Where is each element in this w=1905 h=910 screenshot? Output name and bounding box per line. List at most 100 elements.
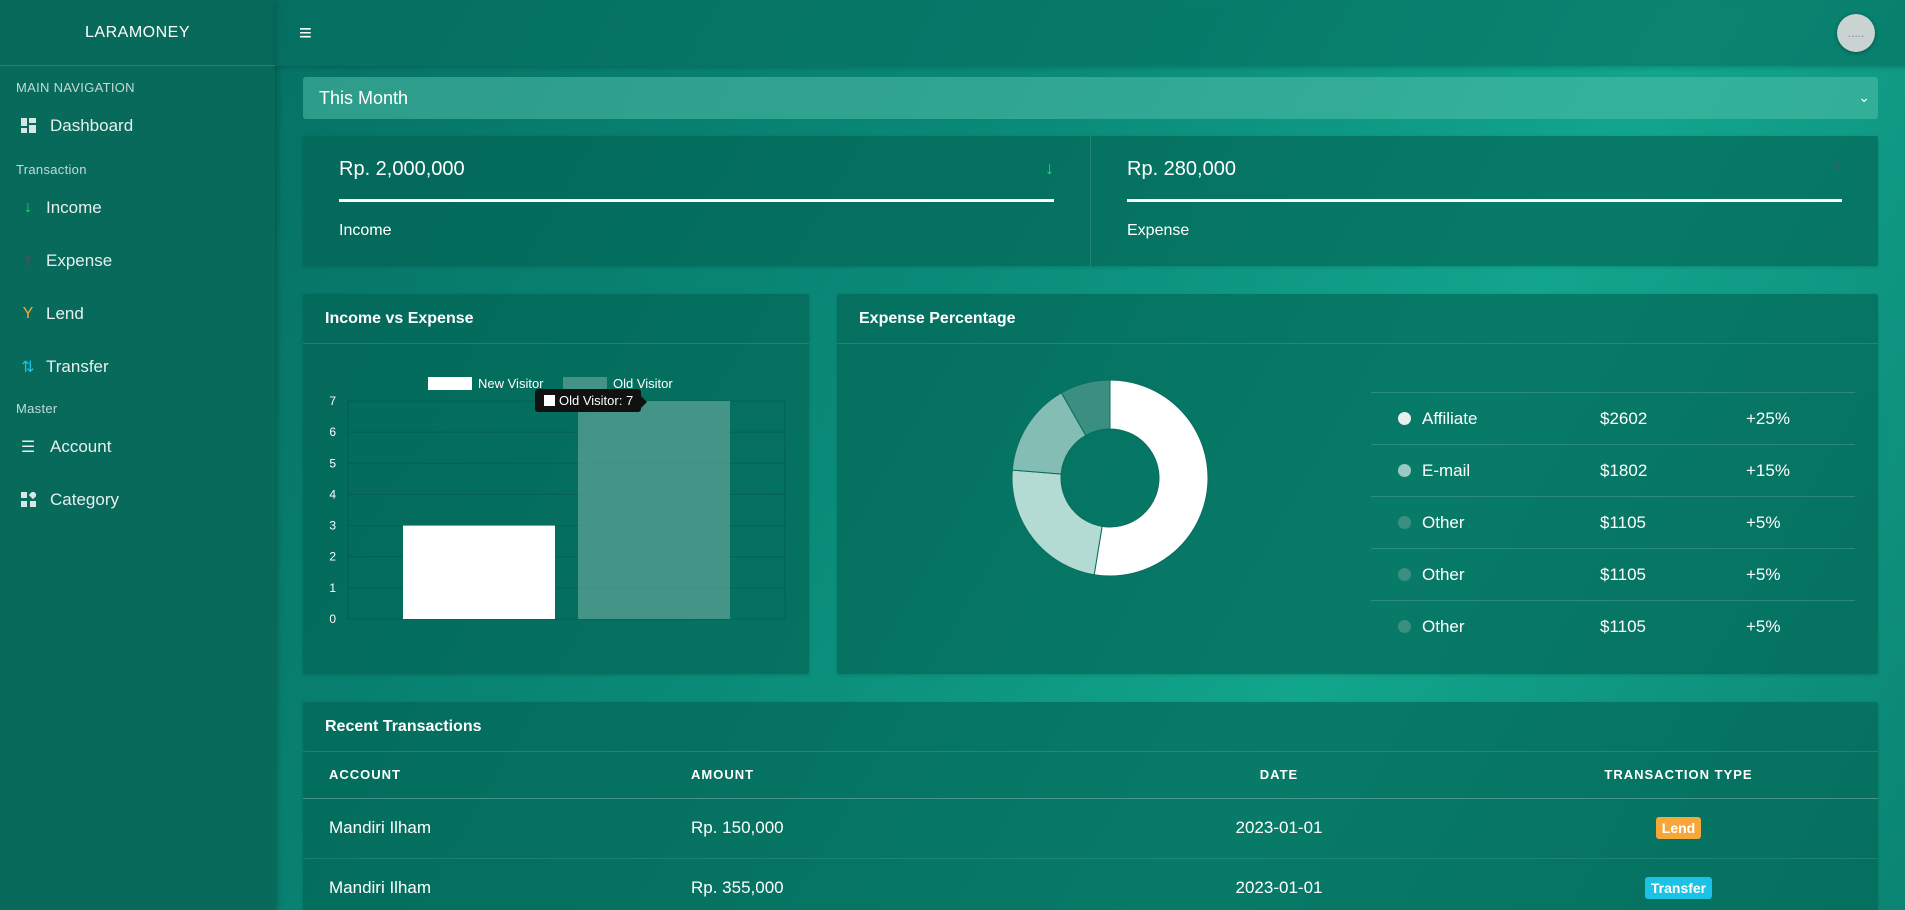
amount-cell: Rp. 150,000 — [691, 798, 1079, 859]
sidebar-item-label: Transfer — [46, 356, 109, 376]
sidebar-item-lend[interactable]: Y Lend — [0, 287, 275, 340]
legend-label: New Visitor — [478, 376, 544, 391]
category-icon — [18, 492, 38, 507]
sidebar-item-label: Category — [50, 489, 119, 509]
status-badge: Transfer — [1644, 877, 1713, 899]
panel-title: Recent Transactions — [303, 702, 1878, 752]
master-header: Master — [16, 401, 58, 416]
topbar: ≡ ..... — [275, 0, 1905, 66]
legend-name: Other — [1422, 564, 1465, 584]
y-tick-label: 6 — [329, 425, 336, 439]
legend-name: Other — [1422, 616, 1465, 636]
panel-title: Expense Percentage — [837, 294, 1878, 344]
legend-row: Other $1105 +5% — [1371, 600, 1855, 652]
y-tick-label: 4 — [329, 487, 336, 501]
main-navigation-header: MAIN NAVIGATION — [16, 80, 135, 95]
income-amount: Rp. 2,000,000 — [339, 158, 465, 180]
legend-change: +25% — [1746, 408, 1790, 428]
legend-name: Affiliate — [1422, 408, 1478, 428]
sidebar-item-label: Income — [46, 197, 102, 217]
avatar-text: ..... — [1847, 26, 1865, 40]
expense-percentage-panel: Expense Percentage Affiliate $2602 +25% … — [837, 294, 1878, 674]
sidebar-item-label: Dashboard — [50, 115, 134, 135]
column-header[interactable]: ACCOUNT — [303, 752, 691, 799]
y-tick-label: 7 — [329, 394, 336, 408]
sidebar-item-label: Lend — [46, 303, 84, 323]
table-row[interactable]: Mandiri Ilham Rp. 355,000 2023-01-01 Tra… — [303, 858, 1878, 910]
legend-row: Other $1105 +5% — [1371, 548, 1855, 600]
sidebar-item-category[interactable]: Category — [0, 473, 275, 526]
panel-title: Income vs Expense — [303, 294, 809, 344]
income-stat: Rp. 2,000,000 ↓ Income — [303, 136, 1090, 266]
sidebar: LARAMONEY MAIN NAVIGATION Dashboard Tran… — [0, 0, 275, 910]
legend-row: Affiliate $2602 +25% — [1371, 392, 1855, 444]
hamburger-icon[interactable]: ≡ — [299, 20, 312, 46]
legend-dot — [1398, 464, 1411, 477]
y-tick-label: 2 — [329, 550, 336, 564]
sidebar-item-income[interactable]: ↓ Income — [0, 181, 275, 234]
legend-amount: $1105 — [1600, 616, 1647, 636]
account-cell: Mandiri Ilham — [303, 858, 691, 910]
brand-logo[interactable]: LARAMONEY — [0, 0, 275, 66]
table-row[interactable]: Mandiri Ilham Rp. 150,000 2023-01-01 Len… — [303, 798, 1878, 859]
legend-name: Other — [1422, 512, 1465, 532]
arrow-up-icon: ↑ — [1833, 158, 1842, 178]
y-tick-label: 0 — [329, 612, 336, 626]
column-header[interactable]: AMOUNT — [691, 752, 1079, 799]
arrow-up-icon: ↑ — [24, 251, 32, 269]
sidebar-item-label: Account — [50, 436, 112, 456]
legend-change: +5% — [1746, 564, 1781, 584]
dashboard-icon — [18, 118, 38, 133]
column-header[interactable]: DATE — [1079, 752, 1479, 799]
status-badge: Lend — [1655, 817, 1702, 839]
arrow-down-icon: ↓ — [24, 198, 32, 216]
legend-row: E-mail $1802 +15% — [1371, 444, 1855, 496]
legend-change: +5% — [1746, 512, 1781, 532]
stats-card: Rp. 2,000,000 ↓ Income Rp. 280,000 ↑ Exp… — [303, 136, 1878, 266]
chart-tooltip: Old Visitor: 7 — [535, 389, 648, 412]
legend-dot — [1398, 620, 1411, 633]
sidebar-item-expense[interactable]: ↑ Expense — [0, 234, 275, 287]
column-header[interactable]: TRANSACTION TYPE — [1479, 752, 1878, 799]
bar-new-visitor — [403, 525, 555, 619]
date-cell: 2023-01-01 — [1079, 798, 1479, 859]
table-header-row: ACCOUNT AMOUNT DATE TRANSACTION TYPE — [303, 752, 1878, 799]
type-cell: Lend — [1479, 798, 1878, 859]
recent-transactions-panel: Recent Transactions ACCOUNT AMOUNT DATE … — [303, 702, 1878, 910]
sidebar-item-account[interactable]: ☰ Account — [0, 420, 275, 473]
sidebar-item-label: Expense — [46, 250, 113, 270]
period-select[interactable]: This Month ⌄ — [303, 77, 1878, 119]
income-progress-bar — [339, 199, 1054, 202]
amount-cell: Rp. 355,000 — [691, 858, 1079, 910]
expense-legend: Affiliate $2602 +25% E-mail $1802 +15% O… — [1371, 392, 1855, 652]
date-cell: 2023-01-01 — [1079, 858, 1479, 910]
account-cell: Mandiri Ilham — [303, 798, 691, 859]
sidebar-item-dashboard[interactable]: Dashboard — [0, 99, 275, 152]
legend-amount: $1802 — [1600, 460, 1648, 480]
expense-amount: Rp. 280,000 — [1127, 158, 1236, 180]
tooltip-text: Old Visitor: 7 — [559, 393, 634, 408]
legend-amount: $1105 — [1600, 512, 1647, 532]
expense-progress-bar — [1127, 199, 1842, 202]
transactions-table: ACCOUNT AMOUNT DATE TRANSACTION TYPE Man… — [303, 752, 1878, 910]
donut-chart — [1011, 379, 1209, 577]
donut-slice-affiliate-0 — [1093, 379, 1209, 577]
legend-change: +15% — [1746, 460, 1790, 480]
sidebar-item-transfer[interactable]: ⇅ Transfer — [0, 340, 275, 393]
legend-amount: $1105 — [1600, 564, 1647, 584]
fork-icon: Y — [22, 304, 34, 322]
avatar[interactable]: ..... — [1837, 14, 1875, 52]
expense-label: Expense — [1127, 222, 1190, 239]
legend-name: E-mail — [1422, 460, 1471, 480]
period-selected-value: This Month — [319, 87, 409, 108]
y-tick-label: 3 — [329, 519, 336, 533]
legend-change: +5% — [1746, 616, 1781, 636]
arrow-down-icon: ↓ — [1045, 158, 1054, 178]
swap-vertical-icon: ⇅ — [21, 358, 35, 376]
legend-dot — [1398, 412, 1411, 425]
bar-old-visitor — [578, 401, 730, 619]
type-cell: Transfer — [1479, 858, 1878, 910]
expense-stat: Rp. 280,000 ↑ Expense — [1090, 136, 1878, 266]
legend-dot — [1398, 568, 1411, 581]
tooltip-swatch — [543, 394, 556, 407]
